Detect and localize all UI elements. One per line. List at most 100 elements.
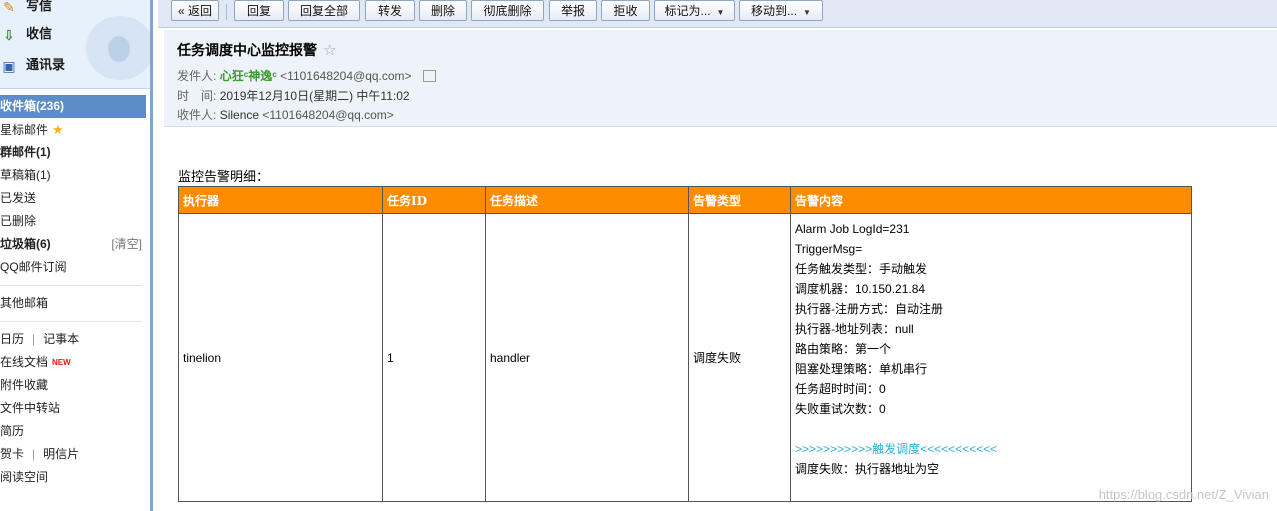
receive-link[interactable]: ⇩ 收信	[0, 23, 52, 45]
alarm-detail-line: 执行器-注册方式：自动注册	[795, 302, 943, 316]
reply-button[interactable]: 回复	[234, 0, 284, 21]
resume-label: 简历	[0, 424, 25, 438]
cell-alarm-type: 调度失败	[688, 213, 791, 502]
move-to-dropdown[interactable]: 移动到... ▼	[739, 0, 823, 21]
delete-button[interactable]: 删除	[419, 0, 467, 21]
qq-penguin-decoration-eye	[108, 36, 130, 62]
folder-other-mailboxes[interactable]: 其他邮箱	[0, 292, 146, 315]
folder-subscriptions[interactable]: QQ邮件订阅	[0, 256, 146, 279]
watermark: https://blog.csdn.net/Z_Vivian	[1098, 487, 1269, 502]
body-heading: 监控告警明细：	[178, 169, 270, 184]
column-header-executor: 执行器	[178, 186, 383, 214]
compose-label: 写信	[26, 0, 53, 13]
new-badge: NEW	[52, 358, 71, 367]
table-row: tinelion 1 handler 调度失败 Alarm Job LogId=…	[178, 213, 1192, 502]
cell-alarm-content: Alarm Job LogId=231 TriggerMsg= 任务触发类型：手…	[790, 213, 1192, 502]
app-resume[interactable]: 简历	[0, 420, 146, 443]
sidebar: ✎ 写信 ⇩ 收信 ▣ 通讯录 收件箱(236) 星标邮件 ★ 群邮件(1) 草稿箱(1…	[0, 0, 152, 511]
delete-permanently-button[interactable]: 彻底删除	[471, 0, 544, 21]
star-outline-icon[interactable]: ☆	[323, 42, 336, 59]
column-header-alarm-type: 告警类型	[688, 186, 791, 214]
forward-button[interactable]: 转发	[365, 0, 415, 21]
calendar-link[interactable]: 日历	[0, 332, 24, 346]
contacts-card-icon: ▣	[2, 57, 16, 74]
folder-deleted[interactable]: 已删除	[0, 210, 146, 233]
mark-as-label: 标记为...	[664, 4, 711, 18]
pencil-icon: ✎	[3, 0, 15, 15]
file-transfer-label: 文件中转站	[0, 401, 61, 415]
alarm-table: 执行器 任务ID 任务描述 告警类型 告警内容 tinelion 1 handl…	[178, 186, 1192, 502]
app-row-cards: 贺卡 | 明信片	[0, 443, 146, 466]
app-reading-space[interactable]: 阅读空间	[0, 466, 146, 489]
alarm-detail-line: 失败重试次数：0	[795, 402, 886, 416]
app-online-docs[interactable]: 在线文档 NEW	[0, 351, 146, 374]
mark-as-dropdown[interactable]: 标记为... ▼	[654, 0, 735, 21]
alarm-detail-line: 阻塞处理策略：单机串行	[795, 362, 928, 376]
quick-actions: ✎ 写信 ⇩ 收信 ▣ 通讯录	[0, 0, 150, 89]
alarm-detail-line: 调度失败：执行器地址为空	[795, 462, 940, 476]
column-header-task-id: 任务ID	[382, 186, 486, 214]
cell-executor: tinelion	[178, 213, 383, 502]
alarm-detail-line: 调度机器：10.150.21.84	[795, 282, 926, 296]
app-row-calendar-notes: 日历 | 记事本	[0, 328, 146, 351]
notes-link[interactable]: 记事本	[43, 332, 79, 346]
contact-card-icon[interactable]	[422, 69, 436, 82]
contacts-label: 通讯录	[26, 57, 66, 72]
sidebar-divider	[0, 285, 142, 286]
folder-junk[interactable]: 垃圾箱(6) [清空]	[0, 233, 146, 256]
subject-text: 任务调度中心监控报警	[177, 42, 317, 58]
folder-sent[interactable]: 已发送	[0, 187, 146, 210]
alarm-detail-trigger-line: >>>>>>>>>>>触发调度<<<<<<<<<<<	[795, 442, 998, 456]
receive-label: 收信	[26, 26, 53, 41]
folder-starred[interactable]: 星标邮件 ★	[0, 118, 146, 141]
report-button[interactable]: 举报	[549, 0, 597, 21]
folder-starred-label: 星标邮件	[0, 123, 49, 137]
chevron-down-icon: ▼	[803, 8, 811, 17]
recipient-name[interactable]: Silence	[220, 108, 259, 122]
to-label: 收件人:	[177, 108, 217, 122]
recipient-address: <1101648204@qq.com>	[262, 108, 394, 122]
folder-drafts[interactable]: 草稿箱(1)	[0, 164, 146, 187]
greeting-card-link[interactable]: 贺卡	[0, 447, 24, 461]
to-row: 收件人: Silence <1101648204@qq.com>	[177, 106, 394, 123]
cell-task-description: handler	[485, 213, 689, 502]
sidebar-divider	[0, 321, 142, 322]
app-attachments[interactable]: 附件收藏	[0, 374, 146, 397]
back-button[interactable]: « 返回	[171, 0, 219, 21]
mail-view: « 返回 回复 回复全部 转发 删除 彻底删除 举报 拒收 标记为... ▼ 移动…	[158, 0, 1277, 511]
alarm-detail-line: Alarm Job LogId=231	[795, 222, 910, 236]
star-icon: ★	[52, 122, 64, 137]
reading-space-label: 阅读空间	[0, 470, 49, 484]
alarm-detail-blank-line	[795, 419, 1187, 439]
folder-inbox[interactable]: 收件箱(236)	[0, 95, 146, 118]
cell-task-id: 1	[382, 213, 486, 502]
folder-deleted-label: 已删除	[0, 214, 37, 228]
mail-subject: 任务调度中心监控报警 ☆	[177, 40, 336, 60]
move-to-label: 移动到...	[751, 4, 798, 18]
time-label: 时 间:	[177, 89, 217, 103]
folder-other-mailboxes-label: 其他邮箱	[0, 296, 49, 310]
sidebar-splitter[interactable]	[150, 0, 153, 511]
alarm-detail-line: 路由策略：第一个	[795, 342, 892, 356]
app-file-transfer[interactable]: 文件中转站	[0, 397, 146, 420]
junk-clear-link[interactable]: [清空]	[111, 233, 142, 256]
folder-drafts-label: 草稿箱(1)	[0, 168, 51, 182]
contacts-link[interactable]: ▣ 通讯录	[0, 54, 65, 76]
sender-name[interactable]: 心狂ᶜ神逸ᶜ	[220, 69, 277, 83]
folder-inbox-label: 收件箱(236)	[0, 99, 65, 113]
compose-link[interactable]: ✎ 写信	[0, 0, 52, 17]
alarm-detail-line: 任务超时时间：0	[795, 382, 886, 396]
folder-sent-label: 已发送	[0, 191, 37, 205]
alarm-detail-line: 执行器-地址列表：null	[795, 322, 914, 336]
reply-all-button[interactable]: 回复全部	[288, 0, 360, 21]
folder-list: 收件箱(236) 星标邮件 ★ 群邮件(1) 草稿箱(1) 已发送 已删除 垃圾箱…	[0, 95, 146, 489]
time-value: 2019年12月10日(星期二) 中午11:02	[219, 89, 410, 103]
postcard-link[interactable]: 明信片	[43, 447, 79, 461]
folder-group-label: 群邮件(1)	[0, 145, 51, 159]
attachments-label: 附件收藏	[0, 378, 49, 392]
reject-button[interactable]: 拒收	[601, 0, 650, 21]
folder-group[interactable]: 群邮件(1)	[0, 141, 146, 164]
mail-header: 任务调度中心监控报警 ☆ 发件人: 心狂ᶜ神逸ᶜ <1101648204@qq.c…	[164, 30, 1277, 127]
sender-address: <1101648204@qq.com>	[280, 69, 412, 83]
folder-subscriptions-label: QQ邮件订阅	[0, 260, 67, 274]
